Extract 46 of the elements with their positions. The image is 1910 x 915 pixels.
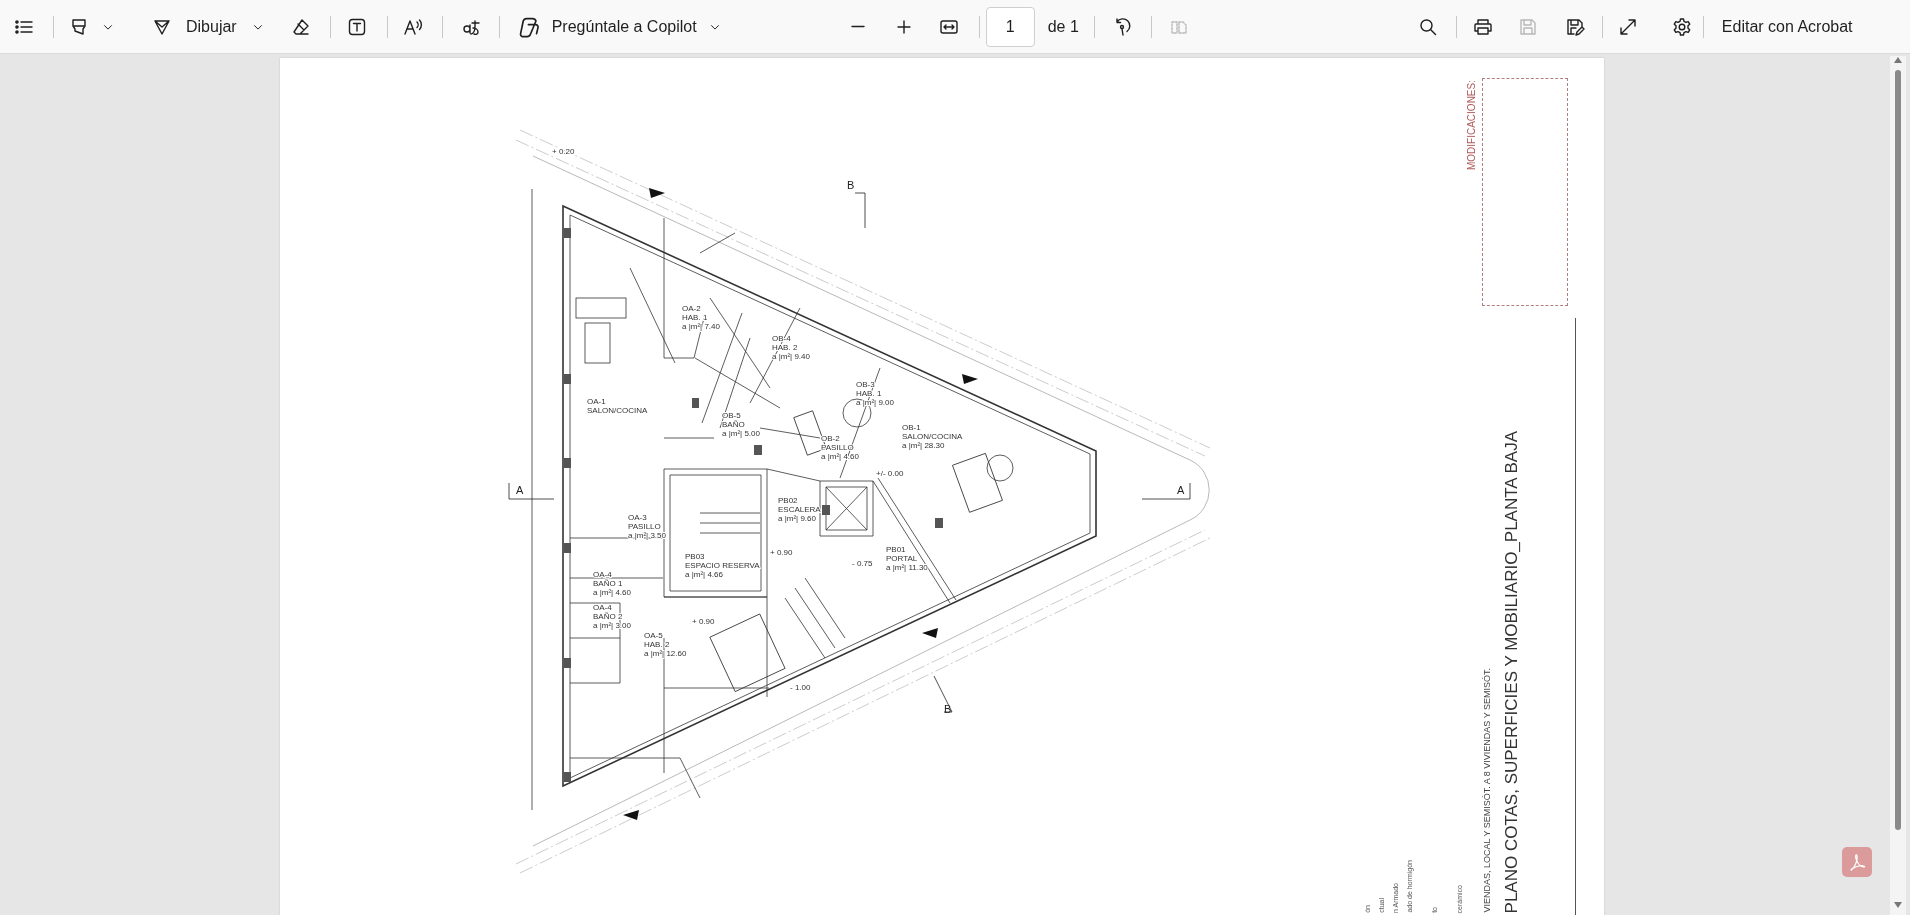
section-label: B [847,179,855,191]
page-number-field[interactable]: 1 [985,6,1035,47]
highlighter-icon [69,16,89,37]
room-label: OB-5 BAÑO a |m²| 5.00 [722,411,760,438]
print-icon [1472,16,1493,37]
scrollbar-thumb[interactable] [1895,70,1901,830]
room-label: OA-1 SALON/COCINA [587,397,648,415]
search-icon [1417,16,1438,37]
save-icon [1517,16,1538,37]
level-mark: + 0.20 [552,147,575,156]
room-label: OA-4 BAÑO 2 a |m²| 3.00 [593,603,631,630]
room-label: OB-4 HAB. 2 a |m²| 9.40 [772,334,810,361]
room-label: OB-2 PASILLO a |m²| 4.60 [821,434,859,461]
settings-icon [1671,16,1692,37]
read-aloud-icon [402,16,423,37]
room-label: OA-2 HAB. 1 a |m²| 7.40 [682,304,720,331]
save-as-icon [1564,16,1585,37]
level-mark: - 1.00 [790,683,811,692]
full-screen-icon [1617,16,1638,37]
page-count: de 1 [1047,17,1079,36]
room-label: PB01 PORTAL a |m²| 11.30 [886,545,928,572]
scroll-down-icon[interactable] [1893,901,1903,909]
project-subtitle: VIENDAS, LOCAL Y SEMISÓT. A 8 VIVIENDAS Y SEMISÓT. [1483,668,1492,913]
level-mark: + 0.90 [692,617,715,626]
room-label: PB02 ESCALERA a |m²| 9.60 [778,496,821,523]
room-label: OA-5 HAB. 2 a |m²| 12.60 [644,631,687,658]
section-label: A [1177,484,1185,496]
edit-with-acrobat-button[interactable]: Editar con Acrobat [1713,9,1861,44]
section-label: A [516,484,524,496]
zoom-out-icon [850,25,865,28]
level-mark: + 0.90 [770,548,793,557]
text-box-icon [346,16,367,37]
room-label: OA-3 PASILLO a |m²| 3.50 [628,513,666,540]
scroll-up-icon[interactable] [1893,56,1903,64]
copilot-button[interactable]: Pregúntale a Copilot [508,9,730,44]
draw-button[interactable]: Dibujar [144,9,273,44]
level-mark: - 0.75 [852,559,873,568]
room-label: OB-3 HAB. 1 a |m²| 9.00 [856,380,894,407]
room-label: PB03 ESPACIO RESERVA a |m²| 4.66 [685,552,760,579]
section-label: B [944,703,952,715]
modifications-label: MODIFICACIONES: [1467,80,1477,170]
level-mark: +/- 0.00 [876,469,904,478]
drawing-title: PLANO COTAS, SUPERFICIES Y MOBILIARIO_PLANTA BAJA [1503,430,1520,913]
room-label: OA-4 BAÑO 1 a |m²| 4.60 [593,570,631,597]
scrollbar[interactable] [1890,56,1906,915]
room-label: OB-1 SALON/COCINA a |m²| 28.30 [902,423,963,450]
